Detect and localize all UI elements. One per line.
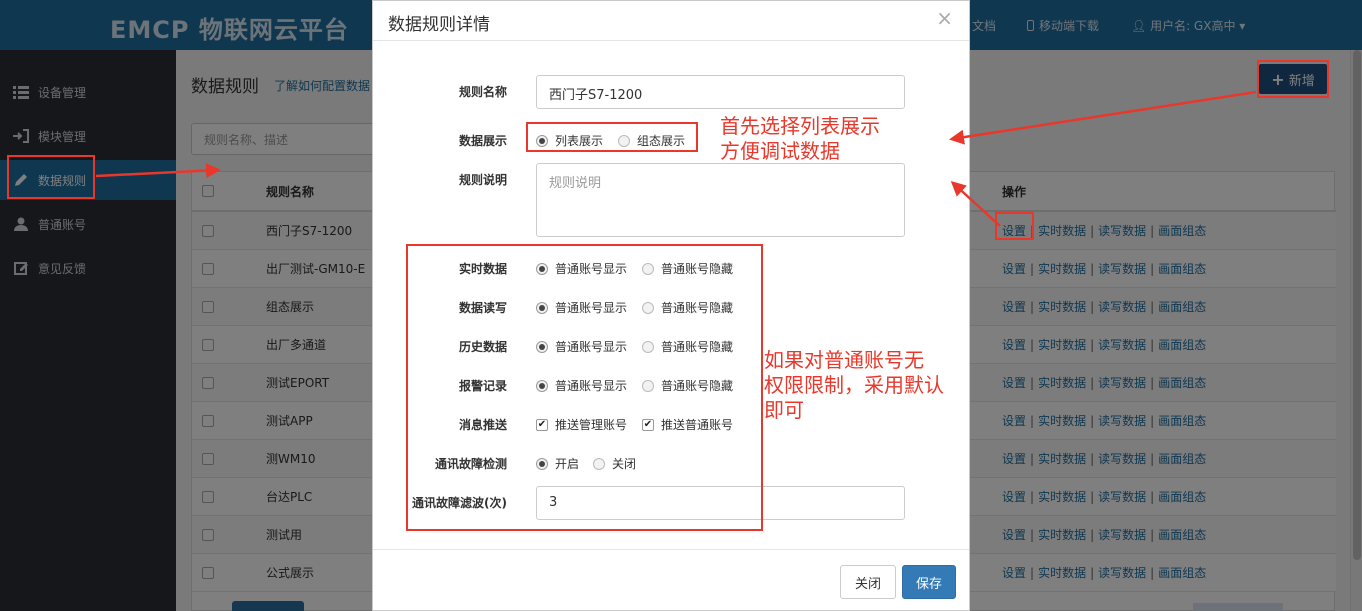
rule-detail-modal: 数据规则详情 × 规则名称 西门子S7-1200 数据展示 列表展示 组态展示 … [372,0,970,611]
annotation-note-display: 首先选择列表展示 方便调试数据 [720,114,880,163]
close-button[interactable]: 关闭 [840,565,896,599]
radio-empty-icon [618,134,630,147]
checkmark-icon: ✔ [536,418,548,431]
rule-desc-label: 规则说明 [458,173,507,187]
radio-selected-icon [536,379,548,392]
rule-name-label: 规则名称 [458,85,507,99]
permission-hide-radio[interactable]: 普通账号隐藏 [642,377,733,394]
permission-show-radio[interactable]: 普通账号显示 [536,260,627,277]
radio-empty-icon [593,457,605,470]
display-scada-radio[interactable]: 组态展示 [618,132,685,149]
permission-label: 历史数据 [458,340,507,354]
permission-label: 报警记录 [458,379,507,393]
permission-label: 实时数据 [458,262,507,276]
radio-empty-icon [642,262,654,275]
permission-hide-radio[interactable]: 普通账号隐藏 [642,260,733,277]
save-button[interactable]: 保存 [902,565,956,599]
annotation-note-permissions: 如果对普通账号无 权限限制，采用默认 即可 [764,348,944,422]
radio-selected-icon [536,340,548,353]
fault-filter-input[interactable]: 3 [536,486,905,520]
fault-detect-label: 通讯故障检测 [434,457,507,471]
radio-empty-icon [642,301,654,314]
radio-selected-icon [536,262,548,275]
permission-label: 数据读写 [458,301,507,315]
display-list-radio[interactable]: 列表展示 [536,132,603,149]
fault-off-radio[interactable]: 关闭 [593,455,636,472]
close-icon[interactable]: × [936,6,953,30]
data-display-label: 数据展示 [458,134,507,148]
rule-name-input[interactable]: 西门子S7-1200 [536,75,905,109]
radio-empty-icon [642,340,654,353]
fault-on-radio[interactable]: 开启 [536,455,579,472]
permission-show-radio[interactable]: 普通账号显示 [536,377,627,394]
checkmark-icon: ✔ [642,418,654,431]
push-admin-checkbox[interactable]: ✔ 推送管理账号 [536,416,627,433]
permission-show-radio[interactable]: 普通账号显示 [536,338,627,355]
push-normal-checkbox[interactable]: ✔ 推送普通账号 [642,416,733,433]
permission-hide-radio[interactable]: 普通账号隐藏 [642,299,733,316]
permission-hide-radio[interactable]: 普通账号隐藏 [642,338,733,355]
radio-empty-icon [642,379,654,392]
fault-filter-label: 通讯故障滤波(次) [412,496,507,510]
modal-header: 数据规则详情 × [373,1,969,41]
rule-desc-textarea[interactable]: 规则说明 [536,163,905,237]
radio-selected-icon [536,134,548,147]
modal-title: 数据规则详情 [388,15,490,35]
radio-selected-icon [536,457,548,470]
permission-show-radio[interactable]: 普通账号显示 [536,299,627,316]
push-label: 消息推送 [458,418,507,432]
radio-selected-icon [536,301,548,314]
